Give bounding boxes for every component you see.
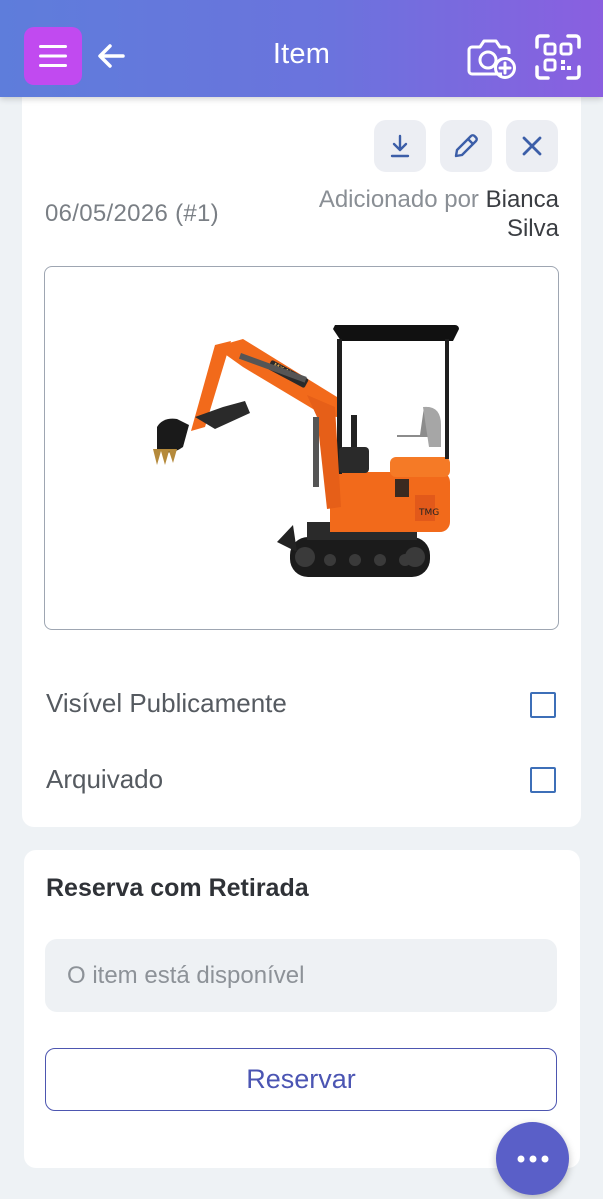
more-dots-icon bbox=[517, 1155, 548, 1162]
public-visibility-checkbox[interactable] bbox=[530, 692, 556, 718]
add-photo-button[interactable] bbox=[466, 33, 518, 81]
reservation-title: Reserva com Retirada bbox=[46, 874, 309, 902]
item-date: 06/05/2026 (#1) bbox=[45, 200, 219, 227]
availability-status: O item está disponível bbox=[45, 939, 557, 1012]
more-actions-button[interactable] bbox=[496, 1122, 569, 1195]
item-image[interactable]: TMG MX-M bbox=[44, 266, 559, 630]
download-button[interactable] bbox=[374, 120, 426, 172]
svg-text:TMG: TMG bbox=[418, 508, 439, 518]
edit-button[interactable] bbox=[440, 120, 492, 172]
added-by-name: Bianca Silva bbox=[485, 186, 559, 242]
camera-plus-icon bbox=[467, 39, 516, 79]
added-by-prefix: Adicionado por bbox=[318, 186, 479, 213]
download-icon bbox=[390, 134, 410, 158]
app-header: Item bbox=[0, 0, 603, 97]
public-visibility-label: Visível Publicamente bbox=[46, 688, 287, 718]
qr-scan-icon bbox=[535, 34, 581, 80]
added-by: Adicionado por Bianca Silva bbox=[269, 185, 559, 243]
archived-checkbox[interactable] bbox=[530, 767, 556, 793]
close-icon bbox=[522, 136, 542, 156]
qr-scan-button[interactable] bbox=[534, 33, 582, 81]
reserve-button[interactable]: Reservar bbox=[45, 1048, 557, 1111]
pencil-icon bbox=[454, 134, 478, 158]
excavator-image: TMG MX-M bbox=[153, 325, 459, 577]
close-button[interactable] bbox=[506, 120, 558, 172]
archived-label: Arquivado bbox=[46, 764, 164, 794]
